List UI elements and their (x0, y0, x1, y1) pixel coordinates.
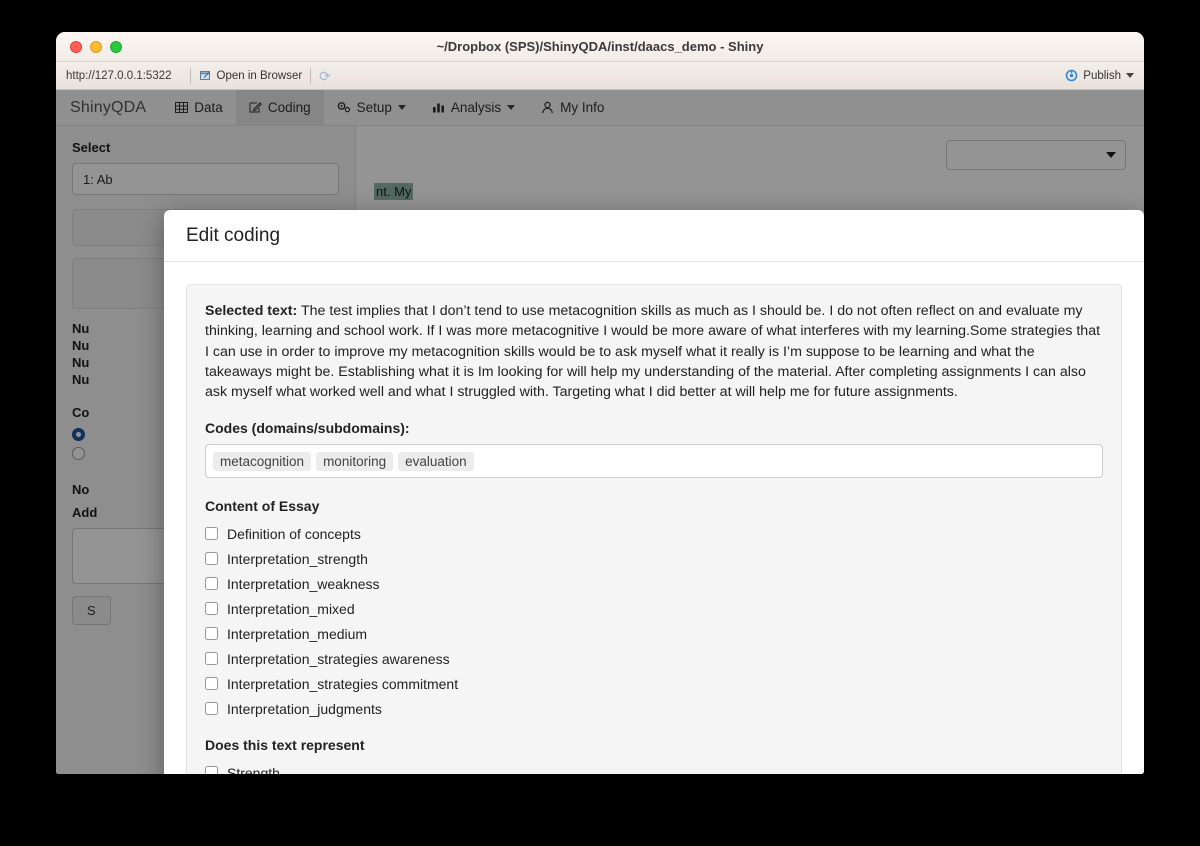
checkbox-label: Interpretation_medium (227, 625, 368, 642)
open-in-browser-label: Open in Browser (216, 69, 303, 82)
checkbox-label: Strength (227, 764, 280, 774)
zoom-button[interactable] (110, 40, 122, 53)
open-in-browser-button[interactable]: Open in Browser (199, 69, 303, 82)
publish-label[interactable]: Publish (1083, 70, 1121, 82)
codes-input[interactable]: metacognition monitoring evaluation (205, 444, 1103, 479)
checkbox-label: Interpretation_mixed (227, 600, 355, 617)
checkbox-label: Interpretation_weakness (227, 575, 380, 592)
minimize-button[interactable] (90, 40, 102, 53)
checkbox-label: Interpretation_strategies awareness (227, 650, 450, 667)
checkbox-row[interactable]: Strength (205, 760, 1103, 774)
modal-title: Edit coding (186, 224, 281, 246)
app-window: ~/Dropbox (SPS)/ShinyQDA/inst/daacs_demo… (56, 32, 1144, 774)
checkbox-row[interactable]: Interpretation_medium (205, 621, 1103, 646)
checkbox-row[interactable]: Interpretation_strategies awareness (205, 646, 1103, 671)
selected-text-block: Selected text: The test implies that I d… (205, 301, 1103, 402)
traffic-light-group (70, 40, 122, 53)
browser-toolbar: http://127.0.0.1:5322 Open in Browser ⟳ … (56, 62, 1144, 90)
modal-body: Selected text: The test implies that I d… (164, 262, 1144, 774)
codes-label: Codes (domains/subdomains): (205, 420, 410, 437)
checkbox-row[interactable]: Definition of concepts (205, 521, 1103, 546)
publish-chevron-down-icon[interactable] (1126, 73, 1134, 78)
checkbox-icon[interactable] (205, 652, 218, 666)
checkbox-icon[interactable] (205, 552, 218, 566)
toolbar-divider-2 (310, 67, 312, 84)
reload-icon[interactable]: ⟳ (319, 69, 331, 83)
checkbox-icon[interactable] (205, 766, 218, 774)
shiny-app-body: ShinyQDA Data Coding Setup Analysis My I… (56, 90, 1144, 774)
checkbox-label: Interpretation_strategies commitment (227, 675, 459, 692)
checkbox-row[interactable]: Interpretation_strength (205, 546, 1103, 571)
selected-text-label: Selected text: (205, 303, 298, 319)
edit-coding-modal: Edit coding Selected text: The test impl… (164, 210, 1144, 774)
group-title: Content of Essay (205, 498, 320, 515)
checkbox-group-does-this-text-represent: Does this text represent Strength Weakne… (205, 737, 1103, 774)
modal-header: Edit coding (164, 210, 1144, 262)
url-text: http://127.0.0.1:5322 (66, 69, 172, 82)
checkbox-row[interactable]: Interpretation_strategies commitment (205, 671, 1103, 696)
close-button[interactable] (70, 40, 82, 53)
selected-text-value: The test implies that I don’t tend to us… (205, 303, 1101, 401)
checkbox-row[interactable]: Interpretation_weakness (205, 571, 1103, 596)
window-titlebar: ~/Dropbox (SPS)/ShinyQDA/inst/daacs_demo… (56, 32, 1144, 62)
toolbar-divider-1 (189, 67, 191, 84)
code-tag[interactable]: evaluation (398, 451, 474, 471)
external-window-icon (199, 71, 210, 80)
checkbox-icon[interactable] (205, 677, 218, 691)
checkbox-group-content-of-essay: Content of Essay Definition of concepts … (205, 498, 1103, 721)
toolbar-right-group: Publish (1065, 69, 1134, 82)
modal-well: Selected text: The test implies that I d… (186, 284, 1122, 774)
checkbox-label: Definition of concepts (227, 525, 361, 542)
checkbox-icon[interactable] (205, 627, 218, 641)
checkbox-row[interactable]: Interpretation_mixed (205, 596, 1103, 621)
checkbox-label: Interpretation_strength (227, 550, 368, 567)
code-tag[interactable]: metacognition (213, 451, 312, 471)
checkbox-icon[interactable] (205, 702, 218, 716)
checkbox-row[interactable]: Interpretation_judgments (205, 696, 1103, 721)
checkbox-label: Interpretation_judgments (227, 700, 382, 717)
publish-icon (1065, 69, 1078, 82)
group-title: Does this text represent (205, 737, 365, 754)
window-title: ~/Dropbox (SPS)/ShinyQDA/inst/daacs_demo… (436, 39, 764, 54)
checkbox-icon[interactable] (205, 577, 218, 591)
desktop-background: ~/Dropbox (SPS)/ShinyQDA/inst/daacs_demo… (0, 0, 1200, 846)
checkbox-icon[interactable] (205, 527, 218, 541)
code-tag[interactable]: monitoring (316, 451, 394, 471)
checkbox-icon[interactable] (205, 602, 218, 616)
